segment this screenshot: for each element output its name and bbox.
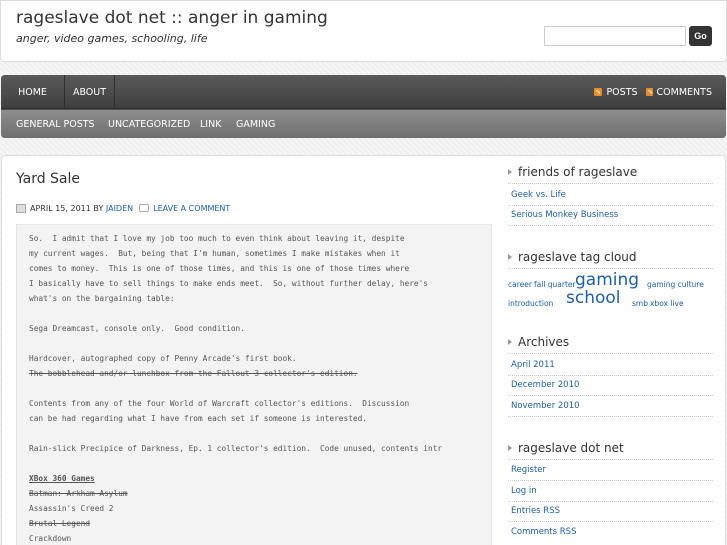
tag-cloud-title-label: rageslave tag cloud (518, 250, 637, 264)
divider (508, 521, 713, 522)
post-line: I basically have to sell things to make … (29, 279, 429, 288)
post-line: what's on the bargaining table: (29, 294, 175, 303)
post-line: Contents from any of the four World of W… (29, 399, 410, 408)
post-date: APRIL 15, 2011 (30, 203, 91, 213)
divider (508, 353, 713, 354)
friend-link-serious-monkey[interactable]: Serious Monkey Business (511, 210, 618, 220)
site-tagline: anger, video games, schooling, life (16, 32, 208, 45)
meta-link-entries-rss[interactable]: Entries RSS (511, 506, 560, 516)
nav-category-general-posts[interactable]: GENERAL POSTS (16, 110, 95, 138)
leave-comment-link[interactable]: LEAVE A COMMENT (153, 204, 230, 213)
nav-posts-feed[interactable]: POSTS (593, 75, 639, 109)
post-line: can be had regarding what I have from ea… (29, 414, 367, 423)
friends-title-label: friends of rageslave (518, 165, 638, 179)
nav-about[interactable]: ABOUT (65, 75, 115, 109)
tag-smb[interactable]: smb (632, 299, 648, 308)
site-title[interactable]: rageslave dot net :: anger in gaming (16, 8, 328, 28)
tag-xbox-live[interactable]: xbox live (650, 299, 684, 308)
meta-link-register[interactable]: Register (511, 465, 546, 475)
divider (508, 459, 713, 460)
main-navigation: HOME ABOUT POSTS COMMENTS GENERAL POSTS … (1, 75, 726, 138)
archive-link-april-2011[interactable]: April 2011 (511, 360, 555, 370)
archives-widget-title: Archives (508, 335, 569, 349)
divider (508, 480, 713, 481)
search-input[interactable] (544, 26, 686, 46)
post-line: comes to money. This is one of those tim… (29, 264, 410, 273)
chevron-right-icon (508, 169, 512, 175)
nav-comments-feed[interactable]: COMMENTS (646, 75, 712, 109)
divider (508, 395, 713, 396)
post-title[interactable]: Yard Sale (16, 171, 80, 187)
rss-icon (594, 88, 603, 96)
divider (508, 183, 713, 184)
post-line: Crackdown (29, 534, 72, 543)
search-go-button[interactable]: Go (689, 26, 712, 46)
post-section-heading: XBox 360 Games (29, 474, 95, 483)
divider (508, 375, 713, 376)
rss-icon (646, 88, 653, 96)
nav-posts-label: POSTS (606, 86, 638, 98)
tag-school[interactable]: school (566, 288, 621, 308)
post-line-struck: Batman: Arkham Asylum (29, 489, 128, 498)
friend-link-geek-vs-life[interactable]: Geek vs. Life (511, 190, 566, 200)
nav-comments-label: COMMENTS (656, 86, 712, 98)
archive-link-december-2010[interactable]: December 2010 (511, 380, 579, 390)
divider (508, 225, 713, 226)
meta-widget-title: rageslave dot net (508, 441, 624, 455)
tag-gaming[interactable]: gaming (575, 270, 639, 290)
chevron-right-icon (508, 339, 512, 345)
divider (508, 416, 713, 417)
post-line: my current wages. But, being that I'm hu… (29, 249, 400, 258)
post-line: Assassin's Creed 2 (29, 504, 114, 513)
post-line: So. I admit that I love my job too much … (29, 234, 405, 243)
divider (508, 268, 713, 269)
meta-link-comments-rss[interactable]: Comments RSS (511, 527, 576, 537)
chevron-right-icon (508, 254, 512, 260)
post-line-struck: Brutal Legend (29, 519, 91, 528)
archives-title-label: Archives (518, 335, 570, 349)
tag-cloud-title: rageslave tag cloud (508, 250, 637, 264)
meta-title-label: rageslave dot net (518, 441, 624, 455)
nav-category-gaming[interactable]: GAMING (236, 110, 275, 138)
calendar-icon (16, 203, 26, 213)
archive-link-november-2010[interactable]: November 2010 (511, 401, 580, 411)
post-line: Sega Dreamcast, console only. Good condi… (29, 324, 245, 333)
divider (508, 205, 713, 206)
nav-category-uncategorized[interactable]: UNCATEGORIZED (108, 110, 190, 138)
friends-widget-title: friends of rageslave (508, 165, 637, 179)
post-body: So. I admit that I love my job too much … (16, 224, 492, 545)
chevron-right-icon (508, 445, 512, 451)
tag-introduction[interactable]: introduction (508, 299, 553, 308)
tag-career[interactable]: career (508, 280, 532, 289)
post-author-link[interactable]: JAIDEN (106, 204, 133, 213)
post-line: Hardcover, autographed copy of Penny Arc… (29, 354, 297, 363)
post-line: Rain-slick Precipice of Darkness, Ep. 1 … (29, 444, 443, 453)
comment-icon (139, 204, 150, 212)
divider (508, 501, 713, 502)
tag-gaming-culture[interactable]: gaming culture (647, 280, 704, 289)
post-by: BY (93, 203, 104, 213)
post-line-struck: The bobblehead and/or lunchbox from the … (29, 369, 358, 378)
nav-category-link[interactable]: LINK (200, 110, 221, 138)
nav-home[interactable]: HOME (1, 75, 65, 109)
meta-link-log-in[interactable]: Log in (511, 486, 537, 496)
post-meta: APRIL 15, 2011 BY JAIDEN LEAVE A COMMENT (16, 202, 230, 214)
